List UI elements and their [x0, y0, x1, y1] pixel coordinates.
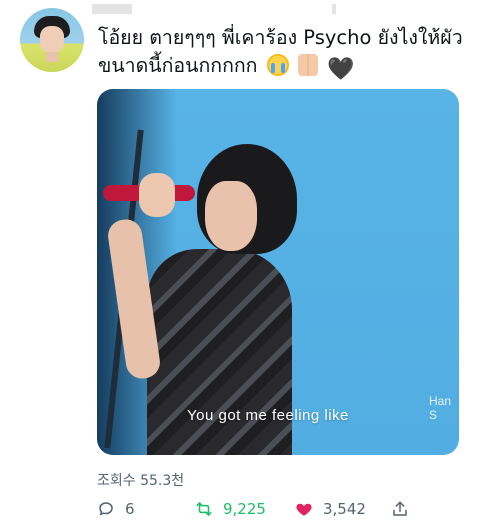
tweet-actions: 6 9,225 3,542 [97, 498, 457, 520]
heart-icon [296, 503, 312, 516]
reply-count: 6 [125, 500, 135, 518]
media-watermark: Han S [429, 394, 452, 422]
tweet-media[interactable]: You got me feeling like Han S [97, 89, 459, 455]
retweet-icon [196, 502, 212, 516]
performer-hand [139, 173, 175, 217]
performer-face [205, 181, 257, 251]
share-button[interactable] [391, 500, 409, 518]
folded-hands-icon [297, 54, 318, 76]
like-count: 3,542 [323, 500, 366, 518]
share-icon [393, 501, 407, 516]
cropped-header [92, 4, 352, 14]
crying-face-icon [266, 54, 289, 76]
like-button[interactable]: 3,542 [295, 500, 391, 518]
retweet-button[interactable]: 9,225 [195, 500, 295, 518]
reply-icon [99, 502, 113, 516]
avatar-face [40, 26, 64, 54]
avatar-neck [46, 52, 58, 62]
media-caption: You got me feeling like [187, 407, 349, 424]
retweet-count: 9,225 [223, 500, 266, 518]
black-heart-icon: 🖤 [327, 57, 355, 82]
performer-shirt [147, 249, 292, 455]
view-count: 조회수 55.3천 [97, 473, 185, 489]
tweet-text: โอ้ยย ตายๆๆๆ พี่เคาร้อง Psycho ยังไงให้ผ… [98, 24, 468, 81]
avatar[interactable] [20, 8, 84, 72]
reply-button[interactable]: 6 [97, 500, 195, 518]
